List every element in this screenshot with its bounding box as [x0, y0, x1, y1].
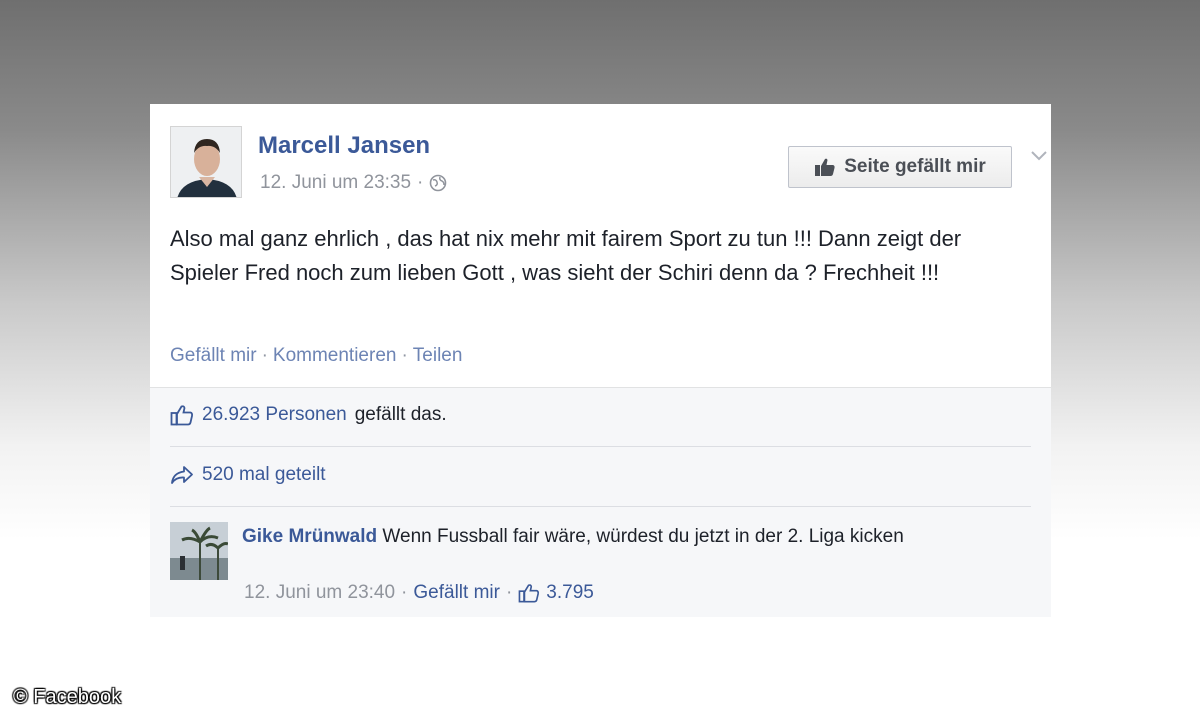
- copyright-credit: © Facebook: [13, 686, 122, 708]
- like-action[interactable]: Gefällt mir: [170, 345, 257, 366]
- chevron-down-icon[interactable]: [1030, 150, 1048, 162]
- share-arrow-icon: [171, 466, 193, 484]
- meta-separator: ·: [505, 582, 513, 603]
- thumbs-up-icon: [815, 158, 835, 176]
- post-header: Marcell Jansen 12. Juni um 23:35 · Seite…: [170, 124, 1051, 204]
- action-separator: ·: [401, 345, 408, 366]
- post-text: Also mal ganz ehrlich , das hat nix mehr…: [170, 226, 962, 285]
- comment-timestamp[interactable]: 12. Juni um 23:40: [244, 582, 395, 604]
- globe-icon: [430, 174, 447, 192]
- author-photo: [171, 127, 241, 197]
- comment-meta: 12. Juni um 23:40 · Gefällt mir · 3.795: [244, 582, 594, 604]
- action-separator: ·: [261, 345, 268, 366]
- post-author-name[interactable]: Marcell Jansen: [258, 132, 430, 160]
- feedback-section: 26.923 Personen gefällt das. 520 mal get…: [150, 387, 1051, 617]
- divider: [170, 446, 1031, 447]
- post-card: Marcell Jansen 12. Juni um 23:35 · Seite…: [150, 104, 1051, 617]
- post-timestamp[interactable]: 12. Juni um 23:35: [260, 172, 411, 194]
- commenter-photo: [170, 522, 228, 580]
- shares-count-link[interactable]: 520 mal geteilt: [202, 464, 326, 486]
- divider: [170, 506, 1031, 507]
- likes-count-link[interactable]: 26.923 Personen: [202, 404, 347, 426]
- post-actions: Gefällt mir · Kommentieren · Teilen: [170, 345, 462, 367]
- author-avatar[interactable]: [170, 126, 242, 198]
- comment-text: Wenn Fussball fair wäre, würdest du jetz…: [382, 526, 904, 547]
- commenter-avatar[interactable]: [170, 522, 228, 580]
- like-page-button[interactable]: Seite gefällt mir: [788, 146, 1012, 188]
- comment-body: Gike Mrünwald Wenn Fussball fair wäre, w…: [242, 522, 1002, 551]
- shares-summary: 520 mal geteilt: [170, 464, 326, 486]
- thumbs-up-icon: [518, 584, 540, 603]
- thumbs-up-icon: [170, 405, 193, 426]
- post-meta: 12. Juni um 23:35 ·: [260, 172, 447, 194]
- likes-summary: 26.923 Personen gefällt das.: [170, 404, 447, 426]
- comment-action[interactable]: Kommentieren: [273, 345, 397, 366]
- like-page-label: Seite gefällt mir: [844, 156, 986, 177]
- comment-like-count[interactable]: 3.795: [546, 582, 594, 604]
- likes-suffix: gefällt das.: [354, 404, 447, 425]
- share-action[interactable]: Teilen: [413, 345, 463, 366]
- comment-like-link[interactable]: Gefällt mir: [413, 582, 500, 604]
- meta-separator: ·: [401, 582, 408, 603]
- meta-separator: ·: [417, 172, 424, 193]
- comment-author-name[interactable]: Gike Mrünwald: [242, 526, 377, 547]
